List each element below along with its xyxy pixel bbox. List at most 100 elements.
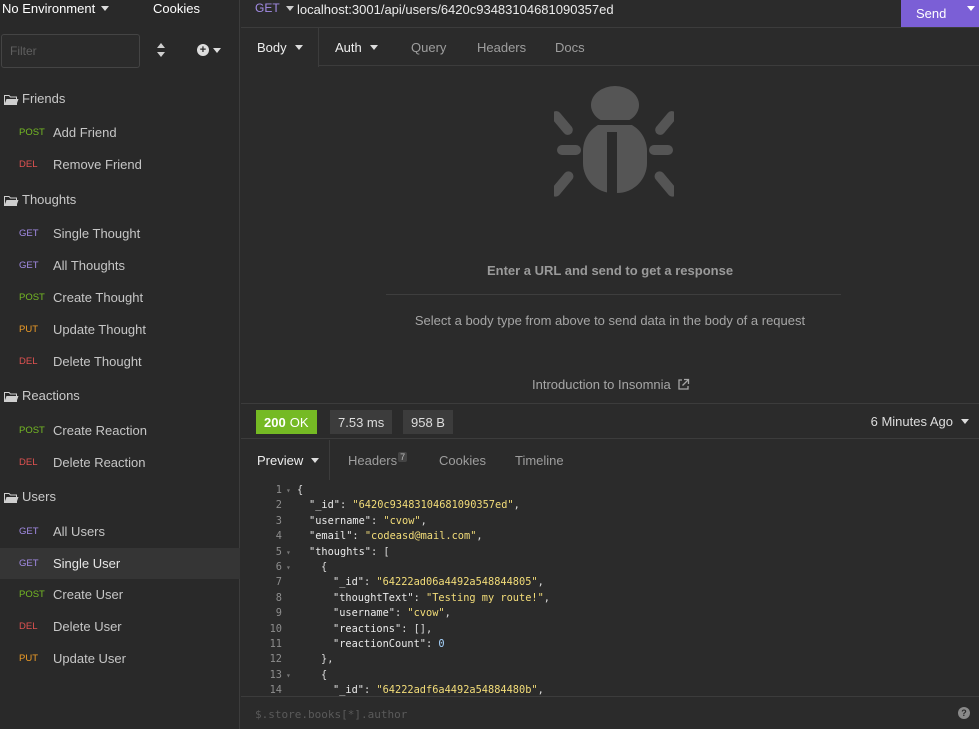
- sidebar-item-create-thought[interactable]: POST Create Thought: [0, 282, 240, 313]
- response-filter-input[interactable]: [255, 705, 905, 723]
- sidebar-item-all-thoughts[interactable]: GET All Thoughts: [0, 250, 240, 281]
- introduction-link[interactable]: Introduction to Insomnia: [532, 377, 690, 392]
- sidebar-item-single-thought[interactable]: GET Single Thought: [0, 218, 240, 249]
- sidebar-item-update-user[interactable]: PUT Update User: [0, 643, 240, 674]
- fold-toggle-icon[interactable]: ▾: [286, 483, 291, 498]
- method-badge: DEL: [19, 159, 38, 170]
- sidebar-item-delete-thought[interactable]: DEL Delete Thought: [0, 346, 240, 377]
- fold-toggle-icon[interactable]: ▾: [286, 560, 291, 575]
- code-text: "thoughts": [: [309, 545, 390, 558]
- request-label: Delete Reaction: [53, 455, 146, 470]
- environment-bar: No Environment Cookies: [0, 0, 240, 18]
- send-label: Send: [916, 6, 947, 21]
- line-number: 7: [275, 576, 282, 589]
- request-label: Remove Friend: [53, 157, 142, 172]
- help-icon[interactable]: ?: [958, 707, 970, 719]
- method-badge: POST: [19, 292, 45, 303]
- request-label: All Thoughts: [53, 258, 126, 273]
- sidebar-item-all-users[interactable]: GET All Users: [0, 516, 240, 547]
- code-line: 11 "reactionCount": 0: [241, 637, 979, 652]
- response-history-label: 6 Minutes Ago: [870, 414, 953, 429]
- folder-friends[interactable]: Friends: [0, 86, 240, 110]
- add-request-button[interactable]: +: [197, 42, 223, 58]
- tab-headers[interactable]: Headers: [477, 28, 526, 66]
- method-badge: GET: [19, 526, 39, 537]
- request-label: Single User: [53, 556, 121, 571]
- code-line: 6 ▾ {: [241, 560, 979, 575]
- sidebar-item-update-thought[interactable]: PUT Update Thought: [0, 314, 240, 345]
- sidebar-item-delete-user[interactable]: DEL Delete User: [0, 611, 240, 642]
- code-line: 9 "username": "cvow",: [241, 606, 979, 621]
- chevron-down-icon: [213, 47, 221, 53]
- request-label: Delete Thought: [53, 354, 142, 369]
- tab-query[interactable]: Query: [411, 28, 446, 66]
- code-text: "_id": "64222ad06a4492a548844805",: [333, 576, 544, 589]
- response-history-select[interactable]: 6 Minutes Ago: [871, 414, 969, 429]
- folder-label: Reactions: [22, 387, 80, 403]
- response-time: 7.53 ms: [330, 410, 393, 434]
- request-tabs: Body Auth Query Headers Docs: [241, 27, 979, 67]
- line-number: 10: [269, 622, 282, 635]
- code-line: 8 "thoughtText": "Testing my route!",: [241, 591, 979, 606]
- line-number: 3: [275, 514, 282, 527]
- fold-toggle-icon[interactable]: ▾: [286, 668, 291, 683]
- code-text: "email": "codeasd@mail.com",: [309, 530, 483, 543]
- url-input[interactable]: [297, 0, 877, 18]
- sidebar-item-add-friend[interactable]: POST Add Friend: [0, 117, 240, 148]
- tab-preview-label: Preview: [257, 452, 304, 468]
- method-badge: POST: [19, 589, 45, 600]
- chevron-down-icon: [311, 457, 320, 463]
- status-code: 200: [264, 414, 286, 430]
- send-button[interactable]: Send: [901, 0, 979, 27]
- folder-icon: [4, 93, 19, 105]
- filter-input[interactable]: [1, 34, 140, 68]
- code-text: {: [297, 484, 304, 496]
- folder-label: Thoughts: [22, 191, 77, 207]
- code-line: 1 ▾ {: [241, 483, 979, 498]
- tab-timeline[interactable]: Timeline: [515, 440, 564, 480]
- line-number: 9: [275, 607, 282, 620]
- empty-state-title: Enter a URL and send to get a response: [486, 263, 734, 278]
- method-badge: DEL: [19, 457, 38, 468]
- status-badge: 200 OK: [256, 410, 317, 434]
- code-text: "_id": "6420c93483104681090357ed",: [309, 499, 520, 512]
- tab-auth[interactable]: Auth: [335, 28, 378, 66]
- line-number: 8: [275, 591, 282, 604]
- folder-thoughts[interactable]: Thoughts: [0, 187, 240, 211]
- sidebar-item-delete-reaction[interactable]: DEL Delete Reaction: [0, 447, 240, 478]
- url-bar: GET Send: [241, 0, 979, 27]
- tab-body[interactable]: Body: [257, 28, 303, 66]
- code-line: 13 ▾ {: [241, 668, 979, 683]
- sidebar-item-single-user[interactable]: GET Single User: [0, 548, 240, 579]
- tab-docs[interactable]: Docs: [555, 28, 585, 66]
- response-tabs: Preview Headers 7 Cookies Timeline: [241, 440, 979, 480]
- code-text: "thoughtText": "Testing my route!",: [333, 591, 550, 604]
- sort-icon[interactable]: [155, 42, 167, 58]
- method-badge: POST: [19, 127, 45, 138]
- sidebar-item-remove-friend[interactable]: DEL Remove Friend: [0, 149, 240, 180]
- method-badge: PUT: [19, 653, 38, 664]
- status-text: OK: [289, 414, 309, 430]
- chevron-down-icon[interactable]: [967, 6, 975, 11]
- folder-users[interactable]: Users: [0, 484, 240, 508]
- cookies-button[interactable]: Cookies: [153, 1, 200, 16]
- code-line: 4 "email": "codeasd@mail.com",: [241, 529, 979, 544]
- tab-response-cookies[interactable]: Cookies: [439, 440, 486, 480]
- fold-toggle-icon[interactable]: ▾: [286, 545, 291, 560]
- request-label: Update Thought: [53, 322, 146, 337]
- method-badge: GET: [19, 228, 39, 239]
- sidebar-item-create-user[interactable]: POST Create User: [0, 579, 240, 610]
- environment-select[interactable]: No Environment: [2, 1, 110, 16]
- folder-reactions[interactable]: Reactions: [0, 383, 240, 407]
- tab-preview[interactable]: Preview: [257, 440, 320, 480]
- sidebar-item-create-reaction[interactable]: POST Create Reaction: [0, 415, 240, 446]
- folder-label: Users: [22, 488, 56, 504]
- method-label: GET: [255, 1, 280, 15]
- method-badge: POST: [19, 425, 45, 436]
- response-body-viewer[interactable]: 1 ▾ {2 "_id": "6420c93483104681090357ed", 3 "…: [241, 482, 979, 696]
- tab-response-headers[interactable]: Headers 7: [348, 440, 408, 480]
- external-link-icon: [678, 378, 689, 390]
- method-select[interactable]: GET: [255, 1, 294, 15]
- code-text: {: [321, 668, 328, 681]
- line-number: 11: [269, 638, 282, 650]
